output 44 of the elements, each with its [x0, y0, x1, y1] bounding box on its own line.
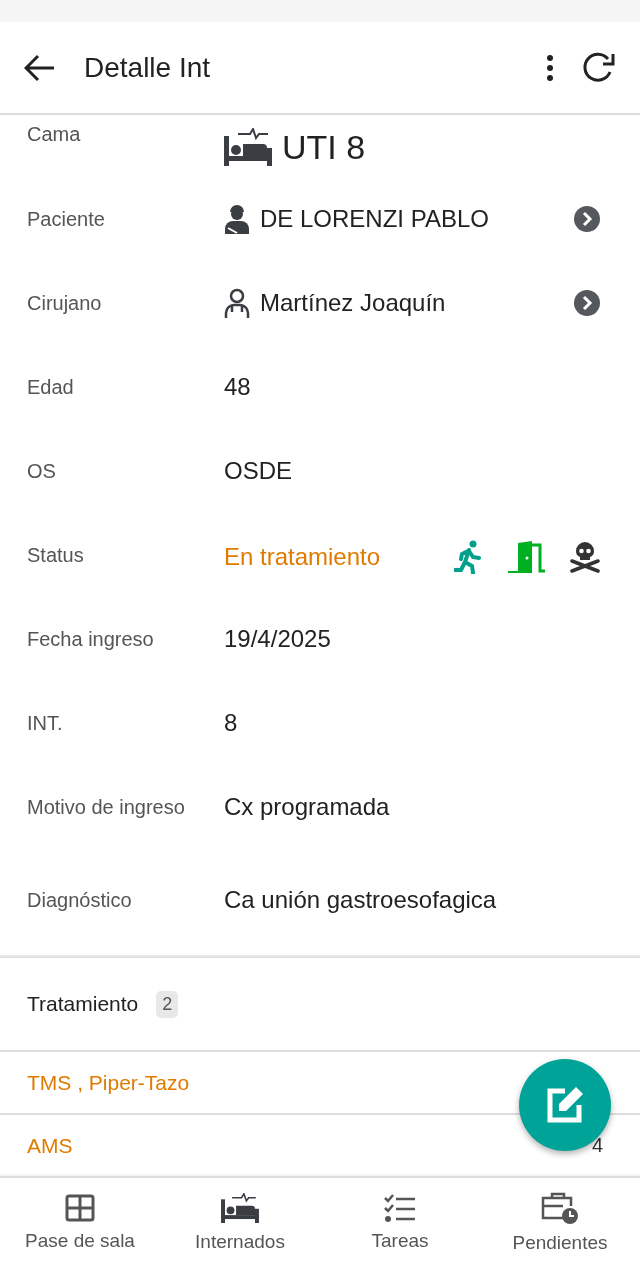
edit-icon [545, 1085, 585, 1125]
grid-icon [65, 1194, 95, 1222]
field-label: OS [27, 459, 57, 484]
field-label: Diagnóstico [27, 888, 133, 913]
running-person-icon[interactable] [454, 540, 482, 574]
bed-icon [224, 128, 272, 166]
checklist-icon [384, 1194, 416, 1222]
briefcase-clock-icon [541, 1192, 579, 1224]
nav-tab[interactable]: Internados [160, 1178, 320, 1275]
door-icon[interactable] [506, 541, 546, 573]
field-value: OSDE [224, 456, 292, 486]
field-label: Cirujano [27, 291, 103, 316]
field-value: 8 [224, 708, 238, 738]
nav-tab[interactable]: Pendientes [480, 1178, 640, 1275]
field-label: Cama [27, 122, 82, 147]
field-label: Fecha ingreso [27, 627, 155, 652]
screen-title: Detalle Int [84, 51, 212, 84]
field-label: Status [27, 543, 85, 568]
more-options-icon[interactable] [546, 54, 554, 81]
field-value: Martínez Joaquín [260, 288, 446, 318]
back-arrow-icon[interactable] [24, 53, 56, 82]
field-value: En tratamiento [224, 542, 381, 572]
field-value: Cx programada [224, 792, 390, 822]
nav-tab[interactable]: Tareas [320, 1178, 480, 1275]
nav-tab[interactable]: Pase de sala [0, 1178, 160, 1275]
field-value: 19/4/2025 [224, 624, 331, 654]
chevron-right-icon[interactable] [574, 290, 600, 316]
field-value: Ca unión gastroesofagica [224, 885, 497, 915]
field-label: Paciente [27, 207, 106, 232]
field-label: Motivo de ingreso [27, 795, 186, 820]
patient-icon [224, 204, 250, 234]
section-title: Tratamiento [27, 992, 139, 1016]
refresh-icon[interactable] [582, 51, 616, 84]
count-badge: 2 [156, 990, 179, 1018]
bed-icon [221, 1193, 259, 1223]
field-value: UTI 8 [282, 127, 366, 167]
treatment-day: 4 [591, 1134, 603, 1157]
field-label: INT. [27, 711, 64, 736]
field-value: DE LORENZI PABLO [260, 204, 489, 234]
field-label: Edad [27, 375, 75, 400]
chevron-right-icon[interactable] [574, 206, 600, 232]
doctor-icon [224, 288, 250, 318]
field-value: 48 [224, 372, 251, 402]
skull-crossbones-icon[interactable] [570, 541, 600, 573]
